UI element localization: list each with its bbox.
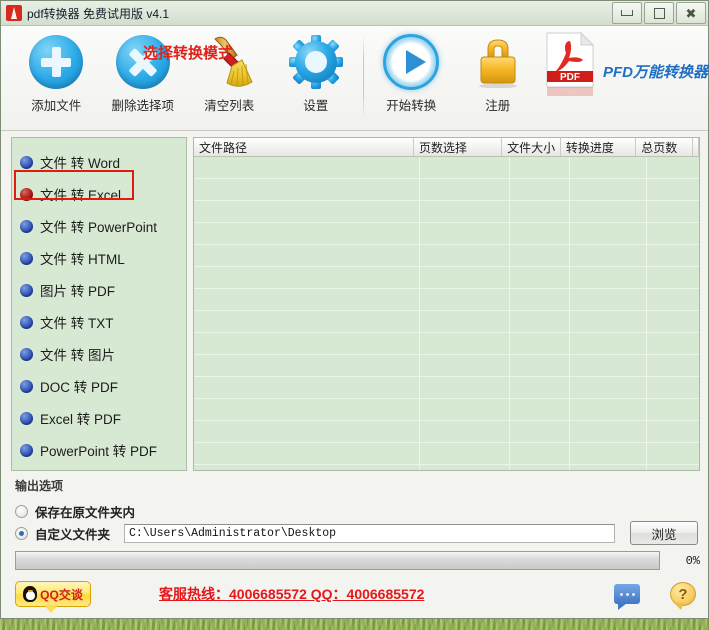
table-header-row: 文件路径 页数选择 文件大小 转换进度 总页数: [194, 138, 700, 157]
mode-label: Excel 转 PDF: [40, 412, 122, 427]
gear-settings-icon: [285, 31, 347, 93]
table-column-grid: [194, 157, 705, 470]
mode-item-to-image[interactable]: 文件 转 图片: [12, 338, 186, 370]
column-header-page-selection[interactable]: 页数选择: [414, 138, 503, 156]
add-file-button[interactable]: 添加文件: [13, 31, 100, 123]
add-file-icon: [25, 31, 87, 93]
output-options-section: 输出选项 保存在原文件夹内 自定义文件夹 C:\Users\Administra…: [1, 471, 708, 545]
browse-button[interactable]: 浏览: [630, 521, 698, 545]
option-custom-folder-label: 自定义文件夹: [35, 527, 111, 542]
window-controls: ✖: [612, 2, 706, 24]
close-button[interactable]: ✖: [676, 2, 706, 24]
progress-percent-label: 0%: [685, 553, 700, 568]
radio-bullet-icon: [20, 443, 33, 457]
mode-item-html[interactable]: 文件 转 HTML: [12, 242, 186, 274]
column-header-file-size[interactable]: 文件大小: [502, 138, 561, 156]
start-convert-button[interactable]: 开始转换: [368, 31, 455, 123]
radio-bullet-icon: [20, 411, 33, 425]
column-header-spacer: [693, 138, 700, 156]
add-file-label: 添加文件: [31, 99, 82, 113]
mode-item-powerpoint[interactable]: 文件 转 PowerPoint: [12, 210, 186, 242]
radio-custom-folder[interactable]: [15, 526, 28, 540]
mode-item-word[interactable]: 文件 转 Word: [12, 146, 186, 178]
mode-item-excel[interactable]: 文件 转 Excel: [12, 178, 186, 210]
register-button[interactable]: 注册: [454, 31, 541, 123]
minimize-icon: [621, 10, 633, 16]
delete-selection-label: 删除选择项: [111, 99, 174, 113]
radio-bullet-selected-icon: [20, 187, 33, 201]
minimize-button[interactable]: [612, 2, 642, 24]
start-convert-label: 开始转换: [386, 99, 437, 113]
qq-chat-label: QQ交谈: [40, 587, 83, 602]
close-icon: ✖: [685, 5, 697, 21]
footer-right-icons: ?: [614, 582, 696, 610]
radio-bullet-icon: [20, 379, 33, 393]
progress-bar: [15, 551, 660, 570]
clear-list-label: 清空列表: [204, 99, 255, 113]
mode-label: DOC 转 PDF: [40, 380, 119, 395]
conversion-mode-list: 文件 转 Word 文件 转 Excel 文件 转 PowerPoint 文件 …: [11, 137, 187, 471]
mode-item-ppt-to-pdf[interactable]: PowerPoint 转 PDF: [12, 434, 186, 466]
support-hotline-link[interactable]: 客服热线：4006685572 QQ：4006685572: [159, 584, 424, 604]
settings-label: 设置: [303, 99, 329, 113]
file-list-table: 文件路径 页数选择 文件大小 转换进度 总页数: [193, 137, 705, 471]
pdf-brand-logo: PDF: [541, 31, 601, 123]
mode-label: 文件 转 Word: [40, 156, 121, 171]
svg-text:PDF: PDF: [560, 72, 580, 83]
toolbar-separator: [363, 34, 364, 120]
radio-same-folder[interactable]: [15, 504, 28, 518]
mode-label: 文件 转 HTML: [40, 252, 125, 267]
output-path-input[interactable]: C:\Users\Administrator\Desktop: [124, 523, 615, 543]
table-body-empty[interactable]: [194, 157, 705, 470]
radio-bullet-icon: [20, 283, 33, 297]
mode-item-image-to-pdf[interactable]: 图片 转 PDF: [12, 274, 186, 306]
help-question-icon[interactable]: ?: [670, 582, 696, 610]
title-bar: pdf转换器 免费试用版 v4.1 ✖: [1, 1, 708, 26]
brand-text: PFD万能转换器: [602, 64, 708, 81]
application-window: pdf转换器 免费试用版 v4.1 ✖ 添加文件 删除选择项 清空列表 设置 开…: [0, 0, 709, 619]
radio-bullet-icon: [20, 155, 33, 169]
footer-bar: QQ交谈 客服热线：4006685572 QQ：4006685572 ?: [1, 570, 708, 618]
column-header-total-pages[interactable]: 总页数: [636, 138, 694, 156]
mode-item-excel-to-pdf[interactable]: Excel 转 PDF: [12, 402, 186, 434]
mode-item-txt[interactable]: 文件 转 TXT: [12, 306, 186, 338]
mode-label: PowerPoint 转 PDF: [40, 444, 158, 459]
maximize-icon: [653, 7, 665, 19]
radio-bullet-icon: [20, 315, 33, 329]
pdf-document-icon: PDF: [541, 31, 601, 103]
output-options-title: 输出选项: [15, 479, 64, 493]
pdf-app-icon: [6, 5, 22, 21]
radio-bullet-icon: [20, 347, 33, 361]
window-title: pdf转换器 免费试用版 v4.1: [27, 6, 170, 21]
option-custom-folder-row[interactable]: 自定义文件夹 C:\Users\Administrator\Desktop 浏览: [15, 521, 698, 545]
mode-label: 图片 转 PDF: [40, 284, 116, 299]
maximize-button[interactable]: [644, 2, 674, 24]
chat-bubble-icon[interactable]: [614, 584, 640, 610]
radio-bullet-icon: [20, 219, 33, 233]
conversion-progress-row: 0%: [1, 544, 708, 570]
settings-button[interactable]: 设置: [273, 31, 360, 123]
mode-label: 文件 转 Excel: [40, 188, 122, 203]
radio-bullet-icon: [20, 251, 33, 265]
lock-register-icon: [467, 31, 529, 93]
main-toolbar: 添加文件 删除选择项 清空列表 设置 开始转换 注册 PDF PFD万能转换器: [1, 26, 708, 131]
column-header-convert-progress[interactable]: 转换进度: [561, 138, 637, 156]
mode-item-doc-to-pdf[interactable]: DOC 转 PDF: [12, 370, 186, 402]
annotation-text: 选择转换模式: [143, 45, 234, 62]
mode-label: 文件 转 图片: [40, 348, 116, 363]
option-same-folder-label: 保存在原文件夹内: [35, 505, 136, 520]
qq-penguin-icon: [23, 586, 38, 602]
register-label: 注册: [485, 99, 511, 113]
main-content: 文件 转 Word 文件 转 Excel 文件 转 PowerPoint 文件 …: [1, 45, 708, 471]
qq-chat-button[interactable]: QQ交谈: [15, 581, 91, 613]
mode-label: 文件 转 TXT: [40, 316, 114, 331]
play-start-icon: [380, 31, 442, 93]
option-same-folder-row[interactable]: 保存在原文件夹内: [15, 500, 698, 522]
mode-label: 文件 转 PowerPoint: [40, 220, 158, 235]
column-header-file-path[interactable]: 文件路径: [194, 138, 414, 156]
